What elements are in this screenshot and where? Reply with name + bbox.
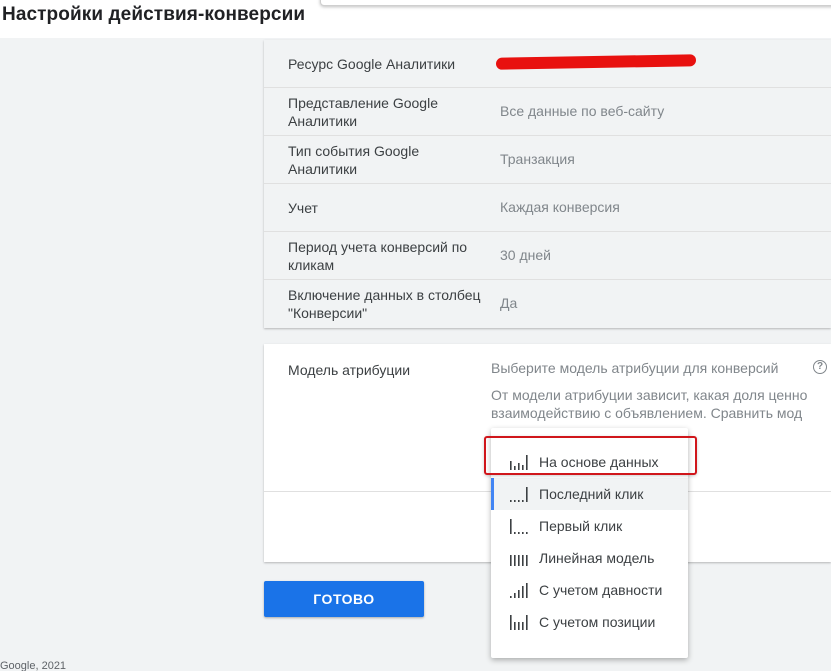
attribution-model-label: Модель атрибуции bbox=[288, 362, 411, 378]
highlight-annotation bbox=[484, 436, 697, 475]
page-title: Настройки действия-конверсии bbox=[2, 4, 306, 25]
attribution-option-label: Последний клик bbox=[539, 486, 644, 502]
attribution-description-line[interactable]: взаимодействию с объявлением. Сравнить м… bbox=[491, 404, 831, 422]
settings-row-ga-view[interactable]: Представление Google Аналитики Все данны… bbox=[264, 88, 831, 136]
settings-row-label: Период учета конверсий по кликам bbox=[288, 239, 468, 273]
settings-row-value: Каждая конверсия bbox=[500, 199, 620, 215]
attribution-option-label: Первый клик bbox=[539, 518, 623, 534]
attribution-option-last-click[interactable]: Последний клик bbox=[491, 478, 688, 510]
footer-copyright: Google, 2021 bbox=[0, 660, 67, 671]
settings-row-label: Включение данных в столбец "Конверсии" bbox=[288, 287, 481, 321]
settings-row-label: Представление Google Аналитики bbox=[288, 95, 438, 129]
attribution-option-label: С учетом позиции bbox=[539, 614, 656, 630]
overlapping-popup-edge bbox=[320, 0, 831, 6]
settings-row-value: Все данные по веб-сайту bbox=[500, 103, 665, 119]
settings-row-event-type[interactable]: Тип события Google Аналитики Транзакция bbox=[264, 136, 831, 184]
attribution-option-label: С учетом давности bbox=[539, 582, 663, 598]
done-button[interactable]: ГОТОВО bbox=[264, 581, 424, 617]
settings-row-include-in-conversions[interactable]: Включение данных в столбец "Конверсии" Д… bbox=[264, 280, 831, 328]
settings-row-click-window[interactable]: Период учета конверсий по кликам 30 дней bbox=[264, 232, 831, 280]
settings-row-count[interactable]: Учет Каждая конверсия bbox=[264, 184, 831, 232]
attribution-hint: Выберите модель атрибуции для конверсий bbox=[491, 360, 779, 376]
attribution-option-time-decay[interactable]: С учетом давности bbox=[491, 574, 688, 606]
time-decay-icon bbox=[510, 583, 528, 598]
settings-row-label: Ресурс Google Аналитики bbox=[288, 56, 456, 72]
position-based-icon bbox=[510, 615, 528, 630]
title-bar: Настройки действия-конверсии bbox=[0, 0, 831, 38]
attribution-option-position-based[interactable]: С учетом позиции bbox=[491, 606, 688, 638]
settings-row-label: Учет bbox=[288, 200, 318, 216]
first-click-icon bbox=[510, 519, 528, 534]
settings-row-ga-property[interactable]: Ресурс Google Аналитики bbox=[264, 40, 831, 88]
attribution-description-line: От модели атрибуции зависит, какая доля … bbox=[491, 387, 808, 403]
attribution-option-label: Линейная модель bbox=[539, 550, 655, 566]
settings-row-value: Транзакция bbox=[500, 151, 575, 167]
help-icon[interactable]: ? bbox=[813, 360, 827, 374]
conversion-settings-card: Ресурс Google Аналитики Представление Go… bbox=[264, 40, 831, 328]
attribution-option-linear[interactable]: Линейная модель bbox=[491, 542, 688, 574]
linear-icon bbox=[510, 555, 528, 566]
settings-row-value: 30 дней bbox=[500, 247, 551, 263]
settings-row-label: Тип события Google Аналитики bbox=[288, 143, 420, 177]
redaction-mark bbox=[496, 54, 696, 70]
attribution-option-first-click[interactable]: Первый клик bbox=[491, 510, 688, 542]
last-click-icon bbox=[510, 487, 528, 502]
attribution-description: От модели атрибуции зависит, какая доля … bbox=[491, 386, 831, 422]
settings-row-value: Да bbox=[500, 295, 518, 311]
